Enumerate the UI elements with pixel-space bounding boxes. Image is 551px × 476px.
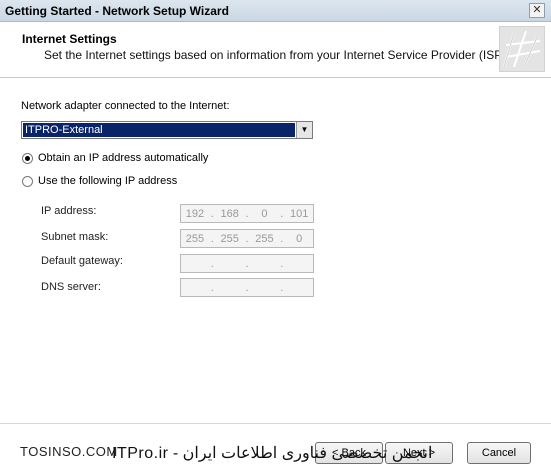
watermark-left: TOSINSO.COM — [20, 444, 118, 459]
ip-dot: . — [280, 207, 284, 220]
cancel-button[interactable]: Cancel — [467, 442, 531, 464]
radio-obtain-automatic[interactable]: Obtain an IP address automatically — [22, 152, 208, 164]
radio-label-manual[interactable]: Use the following IP address — [38, 175, 177, 187]
subnet-mask-label: Subnet mask: — [41, 231, 109, 243]
ip-dot: . — [210, 281, 214, 294]
adapter-label: Network adapter connected to the Interne… — [21, 100, 230, 112]
network-graphic-icon — [500, 27, 544, 71]
wizard-footer: < Back Next > Cancel TOSINSO.COM انجمن ت… — [0, 423, 551, 476]
adapter-dropdown[interactable]: ITPRO-External ▼ — [21, 121, 313, 139]
adapter-selected-value[interactable]: ITPRO-External — [23, 123, 295, 137]
ip-octet: 255 — [185, 232, 205, 245]
radio-button-selected[interactable] — [22, 152, 33, 164]
ip-address-label: IP address: — [41, 205, 97, 217]
wizard-logo — [499, 26, 545, 72]
close-button[interactable]: ✕ — [529, 3, 545, 18]
dns-server-label: DNS server: — [41, 281, 101, 293]
ip-octet: 192 — [185, 207, 205, 220]
ip-octet: 0 — [296, 232, 303, 245]
ip-dot: . — [245, 207, 249, 220]
radio-label-automatic[interactable]: Obtain an IP address automatically — [38, 152, 208, 164]
wizard-content: Network adapter connected to the Interne… — [0, 79, 551, 423]
page-title: Internet Settings — [22, 32, 117, 46]
ip-dot: . — [280, 232, 284, 245]
title-bar: Getting Started - Network Setup Wizard ✕ — [0, 0, 551, 22]
wizard-header: Internet Settings Set the Internet setti… — [0, 22, 551, 78]
ip-octet: 101 — [289, 207, 309, 220]
ip-dot: . — [280, 257, 284, 270]
ip-dot: . — [210, 257, 214, 270]
dns-server-field: . . . — [180, 278, 314, 297]
ip-dot: . — [210, 232, 214, 245]
radio-use-following[interactable]: Use the following IP address — [22, 175, 177, 187]
ip-address-field: 192. 168. 0. 101 — [180, 204, 314, 223]
ip-dot: . — [280, 281, 284, 294]
ip-dot: . — [210, 207, 214, 220]
chevron-down-icon[interactable]: ▼ — [296, 122, 312, 138]
default-gateway-label: Default gateway: — [41, 255, 123, 267]
page-subtitle: Set the Internet settings based on infor… — [44, 48, 510, 62]
window-title: Getting Started - Network Setup Wizard — [5, 4, 229, 18]
ip-dot: . — [245, 257, 249, 270]
ip-octet: 255 — [220, 232, 239, 245]
subnet-mask-field: 255. 255. 255. 0 — [180, 229, 314, 248]
ip-octet: 0 — [261, 207, 268, 220]
radio-button[interactable] — [22, 175, 33, 187]
ip-octet: 168 — [220, 207, 239, 220]
watermark-right: انجمن تخصصی فناوری اطلاعات ایران - ITPro… — [112, 445, 433, 462]
ip-octet: 255 — [255, 232, 274, 245]
ip-dot: . — [245, 281, 249, 294]
default-gateway-field: . . . — [180, 254, 314, 273]
ip-dot: . — [245, 232, 249, 245]
